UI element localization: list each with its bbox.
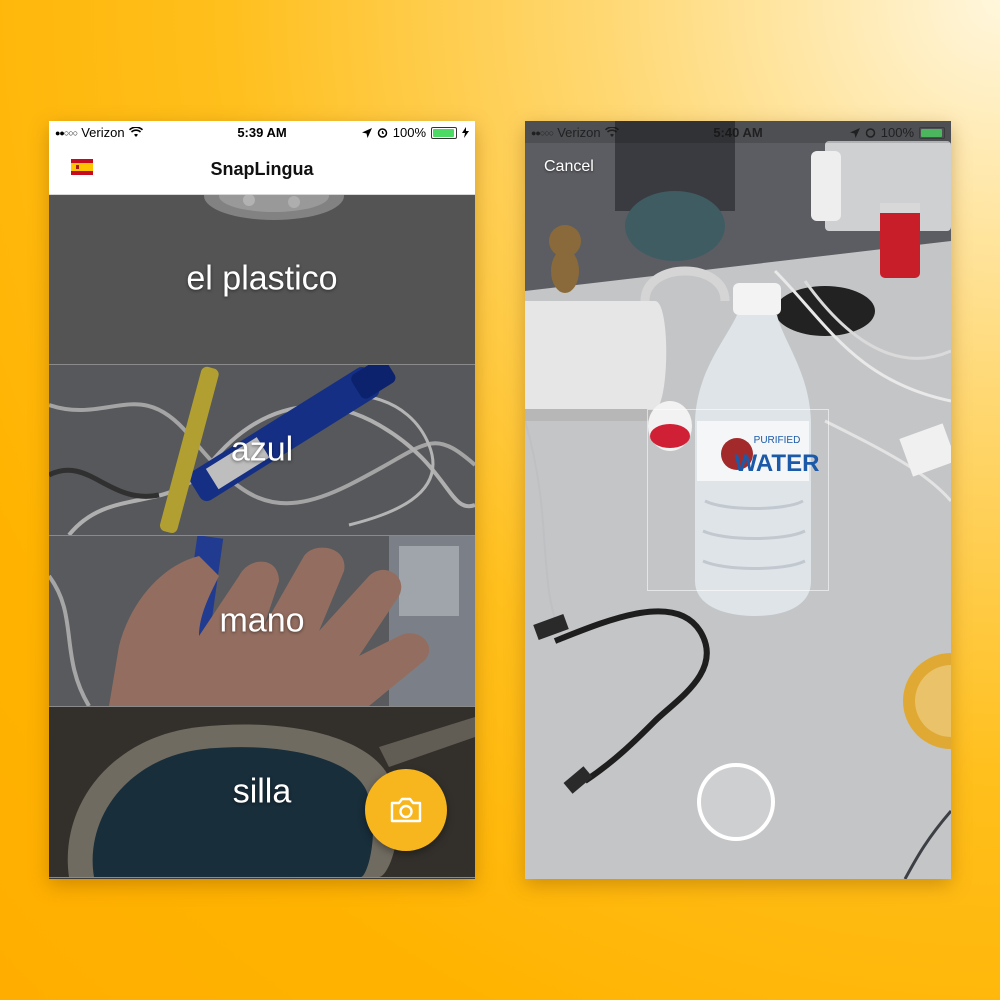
battery-icon — [919, 126, 945, 139]
alarm-clock-icon — [865, 128, 875, 138]
word-label: azul — [230, 430, 294, 469]
status-bar: ●●○○○ Verizon 5:39 AM 100% — [49, 121, 475, 143]
status-right: 100% — [849, 125, 945, 140]
word-label: el plastico — [186, 259, 338, 298]
word-card[interactable]: mano — [49, 536, 475, 707]
camera-icon — [390, 797, 422, 823]
object-detection-box — [647, 409, 829, 591]
alarm-clock-icon — [377, 128, 387, 138]
charging-bolt-icon — [462, 127, 469, 138]
word-card[interactable]: azul — [49, 365, 475, 536]
word-label: mano — [219, 601, 305, 640]
location-arrow-icon — [849, 127, 860, 138]
battery-percent: 100% — [392, 125, 426, 140]
cancel-button[interactable]: Cancel — [544, 158, 594, 176]
app-title: SnapLingua — [210, 159, 314, 179]
battery-percent: 100% — [880, 125, 914, 140]
location-arrow-icon — [361, 127, 372, 138]
shutter-button[interactable] — [697, 763, 775, 841]
status-right: 100% — [361, 125, 469, 140]
nav-bar: SnapLingua — [49, 143, 475, 195]
battery-icon — [431, 126, 457, 139]
status-bar: ●●○○○ Verizon 5:40 AM 100% — [525, 121, 951, 143]
camera-button[interactable] — [365, 769, 447, 851]
snaplingua-list-screen: ●●○○○ Verizon 5:39 AM 100% SnapLingua el… — [49, 121, 475, 879]
word-card[interactable]: el plastico — [49, 194, 475, 365]
camera-capture-screen: PURIFIED WATER ●●○○○ Verizon 5:40 AM 100… — [525, 121, 951, 879]
